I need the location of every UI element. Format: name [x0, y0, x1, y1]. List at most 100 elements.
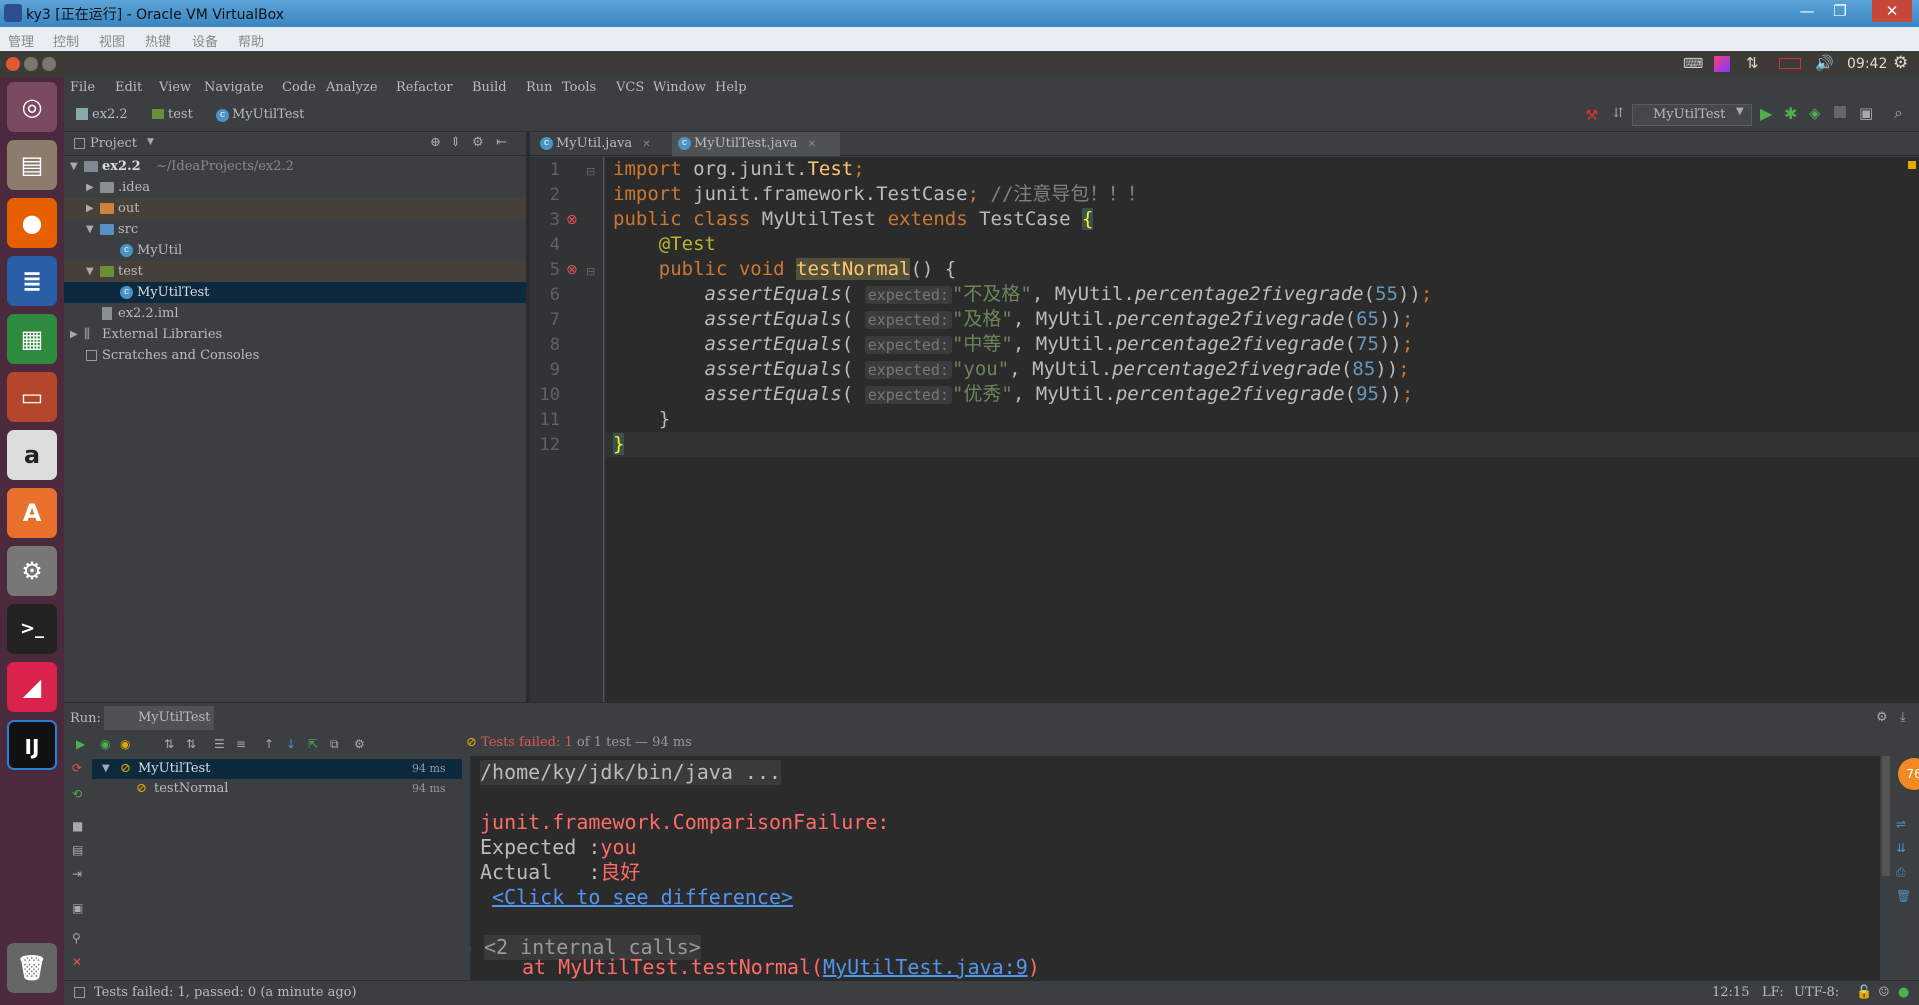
menu-tools[interactable]: Tools	[562, 80, 596, 95]
sort-icon[interactable]: ⇵	[1613, 106, 1624, 121]
run-tab[interactable]: MyUtilTest	[104, 706, 214, 730]
event-log-icon[interactable]: ●	[1898, 985, 1909, 1000]
caret-position[interactable]: 12:15	[1712, 985, 1749, 1000]
inspector-icon[interactable]: ☺	[1878, 985, 1890, 1000]
vbox-menu-help[interactable]: 帮助	[238, 31, 264, 50]
tab-myutiltest[interactable]: c MyUtilTest.java ✕	[672, 132, 840, 156]
project-structure-icon[interactable]: ▣	[1859, 104, 1873, 122]
chevron-down-icon[interactable]: ▼	[102, 759, 110, 779]
chevron-down-icon[interactable]: ▼	[147, 137, 154, 147]
status-message[interactable]: Tests failed: 1, passed: 0 (a minute ago…	[94, 985, 357, 1000]
system-settings-icon[interactable]: ⚙	[7, 546, 57, 596]
tool-windows-icon[interactable]	[74, 987, 85, 998]
trash-icon[interactable]: 🗑	[7, 943, 57, 993]
terminal-icon[interactable]: >_	[7, 604, 57, 654]
jetbrains-toolbox-icon[interactable]	[1714, 56, 1730, 72]
keyboard-icon[interactable]: ⌨	[1683, 56, 1703, 72]
history-icon[interactable]: ⧉	[330, 736, 339, 752]
console-scrollbar[interactable]	[1882, 756, 1890, 876]
close-button[interactable]: ✕	[1872, 0, 1912, 22]
tree-item-root[interactable]: ▼ ex2.2 ~/IdeaProjects/ex2.2	[64, 156, 526, 177]
hide-panel-icon[interactable]: ⇤	[496, 135, 507, 150]
file-encoding[interactable]: UTF-8:	[1794, 985, 1839, 1000]
software-center-icon[interactable]: A	[7, 488, 57, 538]
exit-icon[interactable]: ⇥	[72, 866, 82, 882]
menu-code[interactable]: Code	[282, 80, 316, 95]
soft-wrap-icon[interactable]: ⇌	[1896, 816, 1906, 832]
breadcrumb-class[interactable]: MyUtilTest	[232, 107, 304, 122]
line-separator[interactable]: LF:	[1762, 985, 1784, 1000]
menu-build[interactable]: Build	[472, 80, 507, 95]
menu-analyze[interactable]: Analyze	[326, 80, 378, 95]
menu-edit[interactable]: Edit	[115, 80, 142, 95]
clear-all-icon[interactable]: 🗑	[1896, 888, 1911, 904]
gear-icon[interactable]: ⚙	[1876, 710, 1888, 725]
run-test-failed-icon[interactable]: ⊗	[566, 262, 578, 278]
tree-item-myutiltest[interactable]: c MyUtilTest	[64, 282, 526, 303]
jetbrains-toolbox-launcher-icon[interactable]: ◢	[7, 662, 57, 712]
console-splitter[interactable]	[462, 756, 470, 980]
menu-help[interactable]: Help	[715, 80, 747, 95]
chevron-right-icon[interactable]: ▶	[86, 177, 94, 198]
search-icon[interactable]: ⌕	[1894, 103, 1903, 123]
tree-item-src[interactable]: ▼ src	[64, 219, 526, 240]
gear-icon[interactable]: ⚙	[354, 736, 365, 752]
maximize-window-icon[interactable]	[42, 57, 56, 71]
tree-item-scratches[interactable]: Scratches and Consoles	[64, 345, 526, 366]
next-failed-icon[interactable]: ↓	[286, 736, 296, 752]
debug-icon[interactable]: ✱	[1784, 104, 1797, 123]
fold-icon[interactable]: ⊟	[586, 165, 595, 178]
battery-icon[interactable]	[1779, 58, 1801, 69]
vbox-menu-hotkey[interactable]: 热键	[145, 31, 171, 50]
sort-alpha-icon[interactable]: ⇅	[164, 736, 174, 752]
menu-run[interactable]: Run	[526, 80, 553, 95]
chevron-right-icon[interactable]: ▶	[70, 324, 78, 345]
settings-gear-icon[interactable]: ⚙	[1893, 53, 1908, 73]
intellij-idea-icon[interactable]: IJ	[7, 720, 57, 770]
vbox-menu-control[interactable]: 控制	[53, 31, 79, 50]
gear-icon[interactable]: ⚙	[472, 135, 484, 150]
sort-duration-icon[interactable]: ⇅	[186, 736, 196, 752]
previous-failed-icon[interactable]: ↑	[264, 736, 274, 752]
chevron-down-icon[interactable]: ▼	[86, 261, 94, 282]
tree-item-test[interactable]: ▼ test	[64, 261, 526, 282]
close-window-icon[interactable]	[6, 57, 20, 71]
stop-icon[interactable]: ■	[72, 818, 83, 834]
print-icon[interactable]: ⎙	[1896, 864, 1906, 880]
vbox-menu-view[interactable]: 视图	[99, 31, 125, 50]
code-editor[interactable]: import org.junit.Test; import junit.fram…	[605, 157, 1919, 702]
run-icon[interactable]: ▶	[1760, 104, 1772, 123]
collapse-all-icon[interactable]: ⇕	[450, 135, 461, 150]
warning-marker-icon[interactable]	[1908, 161, 1916, 169]
chevron-down-icon[interactable]: ▼	[86, 219, 94, 240]
pin-icon[interactable]: ⚲	[72, 930, 81, 946]
breadcrumb-project[interactable]: ex2.2	[92, 107, 128, 122]
locate-icon[interactable]: ⊕	[430, 135, 441, 150]
fold-icon[interactable]: ⊟	[586, 265, 595, 278]
scroll-to-end-icon[interactable]: ⇊	[1896, 840, 1906, 856]
tab-myutil[interactable]: c MyUtil.java ✕	[534, 132, 670, 156]
expand-all-icon[interactable]: ☰	[214, 736, 225, 752]
dump-threads-icon[interactable]: ▣	[72, 900, 83, 916]
collapse-all-icon[interactable]: ≡	[236, 736, 246, 752]
clock[interactable]: 09:42	[1847, 56, 1887, 72]
menu-vcs[interactable]: VCS	[616, 80, 644, 95]
show-ignored-icon[interactable]: ◉	[120, 736, 130, 752]
test-case-row[interactable]: ⊘ testNormal 94 ms	[92, 779, 462, 799]
breadcrumb-test[interactable]: test	[168, 107, 193, 122]
rerun-icon[interactable]: ▶	[76, 736, 85, 752]
volume-icon[interactable]: 🔊	[1815, 54, 1834, 72]
run-test-failed-icon[interactable]: ⊗	[566, 212, 578, 228]
rerun-failed-icon[interactable]: ⟳	[72, 760, 82, 776]
restore-button[interactable]: ❐	[1824, 0, 1856, 22]
tree-item-myutil[interactable]: c MyUtil	[64, 240, 526, 261]
close-tab-icon[interactable]: ✕	[808, 139, 816, 150]
tree-item-external-libraries[interactable]: ▶ ⫼ External Libraries	[64, 324, 526, 345]
build-hammer-icon[interactable]: ⚒	[1585, 106, 1598, 124]
stop-icon[interactable]	[1834, 106, 1846, 118]
show-passed-icon[interactable]: ◉	[100, 736, 110, 752]
minimize-button[interactable]: —	[1791, 0, 1823, 22]
export-icon[interactable]: ⇱	[308, 736, 318, 752]
project-panel-title[interactable]: Project	[90, 136, 137, 151]
firefox-icon[interactable]: ●	[7, 198, 57, 248]
